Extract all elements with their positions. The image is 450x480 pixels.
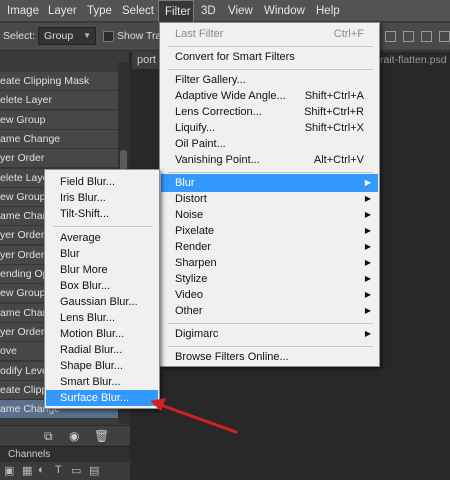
history-state-row[interactable]: yer Order: [0, 149, 118, 168]
menu-item-label: Blur: [175, 177, 195, 189]
menu-item-browse-filters-online[interactable]: Browse Filters Online...: [161, 348, 378, 366]
menu-layer[interactable]: Layer: [48, 0, 77, 22]
menu-item-label: Noise: [175, 209, 204, 221]
document-tab-title[interactable]: rait-flatten.psd @: [380, 52, 450, 69]
menu-filter[interactable]: Filter: [158, 0, 194, 22]
menu-item-label: Video: [175, 289, 203, 301]
menu-item-label: Liquify...: [175, 122, 216, 134]
filter-adjustment-icon[interactable]: ◐: [38, 464, 45, 476]
menu-item-label: Pixelate: [175, 225, 215, 237]
select-label: Select:: [3, 30, 36, 42]
history-state-row[interactable]: elete Layer: [0, 91, 118, 110]
menu-view[interactable]: View: [228, 0, 253, 22]
filter-pixel-icon[interactable]: ▦: [22, 464, 32, 477]
menu-item-tilt-shift[interactable]: Tilt-Shift...: [46, 206, 158, 222]
menu-bar: Image Layer Type Select Filter 3D View W…: [0, 0, 450, 22]
history-state-row[interactable]: eate Clipping Mask: [0, 72, 118, 91]
channels-tab[interactable]: Channels: [8, 449, 50, 460]
blur-submenu: Field Blur... Iris Blur... Tilt-Shift...…: [44, 169, 160, 409]
history-state-row[interactable]: ew Group: [0, 111, 118, 130]
menu-item-gaussian-blur[interactable]: Gaussian Blur...: [46, 294, 158, 310]
menu-item-blur-basic[interactable]: Blur: [46, 246, 158, 262]
menu-item-label: Render: [175, 241, 212, 253]
auto-select-dropdown[interactable]: Group ▼: [38, 27, 96, 45]
filter-menu: Last Filter Ctrl+F Convert for Smart Fil…: [159, 22, 380, 367]
align-left-icon[interactable]: [439, 31, 450, 42]
menu-item-label: Stylize: [175, 273, 208, 285]
menu-type[interactable]: Type: [87, 0, 112, 22]
menu-item-label: Sharpen: [175, 257, 217, 269]
filter-smart-object-icon[interactable]: ▤: [89, 464, 99, 477]
history-footer: ⧉ ◉ 🗑: [0, 425, 130, 445]
camera-icon[interactable]: ◉: [69, 429, 79, 443]
menu-item-iris-blur[interactable]: Iris Blur...: [46, 190, 158, 206]
menu-item-label: Other: [175, 305, 203, 317]
submenu-arrow-icon: ▶: [364, 329, 371, 338]
last-filter-shortcut: Ctrl+F: [333, 28, 364, 40]
menu-item-label: Vanishing Point...: [175, 154, 260, 166]
menu-image[interactable]: Image: [7, 0, 39, 22]
menu-item-label: Distort: [175, 193, 207, 205]
filter-kind-icon[interactable]: ▣: [4, 464, 14, 477]
menu-item-radial-blur[interactable]: Radial Blur...: [46, 342, 158, 358]
menu-item-shortcut: Alt+Ctrl+V: [313, 154, 364, 166]
menu-item-label: Filter Gallery...: [175, 74, 246, 86]
menu-item-blur-more[interactable]: Blur More: [46, 262, 158, 278]
history-state-row[interactable]: ame Change: [0, 130, 118, 149]
menu-item-label: Adaptive Wide Angle...: [175, 90, 286, 102]
auto-select-value: Group: [44, 30, 74, 42]
menu-item-label: Lens Correction...: [175, 106, 262, 118]
menu-separator: [168, 323, 373, 324]
menu-item-surface-blur[interactable]: Surface Blur...: [46, 390, 158, 406]
submenu-arrow-icon: ▶: [364, 306, 371, 315]
chevron-down-icon: ▼: [83, 31, 91, 40]
menu-item-lens-blur[interactable]: Lens Blur...: [46, 310, 158, 326]
menu-item-last-filter[interactable]: Last Filter Ctrl+F: [161, 25, 378, 43]
menu-item-average[interactable]: Average: [46, 230, 158, 246]
trash-icon[interactable]: 🗑: [94, 429, 109, 443]
menu-separator: [168, 46, 373, 47]
menu-separator: [53, 226, 153, 227]
menu-help[interactable]: Help: [316, 0, 340, 22]
show-transform-checkbox[interactable]: [103, 31, 114, 42]
menu-item-other[interactable]: Other ▶: [161, 302, 378, 320]
filter-type-icon[interactable]: T: [55, 464, 62, 476]
menu-item-motion-blur[interactable]: Motion Blur...: [46, 326, 158, 342]
align-top-icon[interactable]: [385, 31, 396, 42]
menu-3d[interactable]: 3D: [201, 0, 216, 22]
menu-item-label: Digimarc: [175, 328, 219, 340]
channels-tab-bar: Channels: [0, 446, 130, 462]
align-bottom-icon[interactable]: [421, 31, 432, 42]
filter-shape-icon[interactable]: ▭: [71, 464, 81, 477]
menu-item-field-blur[interactable]: Field Blur...: [46, 174, 158, 190]
menu-separator: [168, 346, 373, 347]
menu-item-box-blur[interactable]: Box Blur...: [46, 278, 158, 294]
menu-item-label: Oil Paint...: [175, 138, 226, 150]
menu-separator: [168, 172, 373, 173]
menu-item-shape-blur[interactable]: Shape Blur...: [46, 358, 158, 374]
menu-item-vanishing-point[interactable]: Vanishing Point... Alt+Ctrl+V: [161, 151, 378, 169]
menu-item-convert-smart-filters[interactable]: Convert for Smart Filters: [161, 48, 378, 66]
layer-filter-bar: ▣ ▦ ◐ T ▭ ▤: [0, 462, 130, 480]
align-middle-icon[interactable]: [403, 31, 414, 42]
new-document-icon[interactable]: ⧉: [44, 429, 53, 444]
menu-separator: [168, 69, 373, 70]
menu-item-digimarc[interactable]: Digimarc ▶: [161, 325, 378, 343]
menu-item-smart-blur[interactable]: Smart Blur...: [46, 374, 158, 390]
last-filter-label: Last Filter: [175, 28, 224, 40]
menu-select[interactable]: Select: [122, 0, 154, 22]
menu-window[interactable]: Window: [264, 0, 305, 22]
